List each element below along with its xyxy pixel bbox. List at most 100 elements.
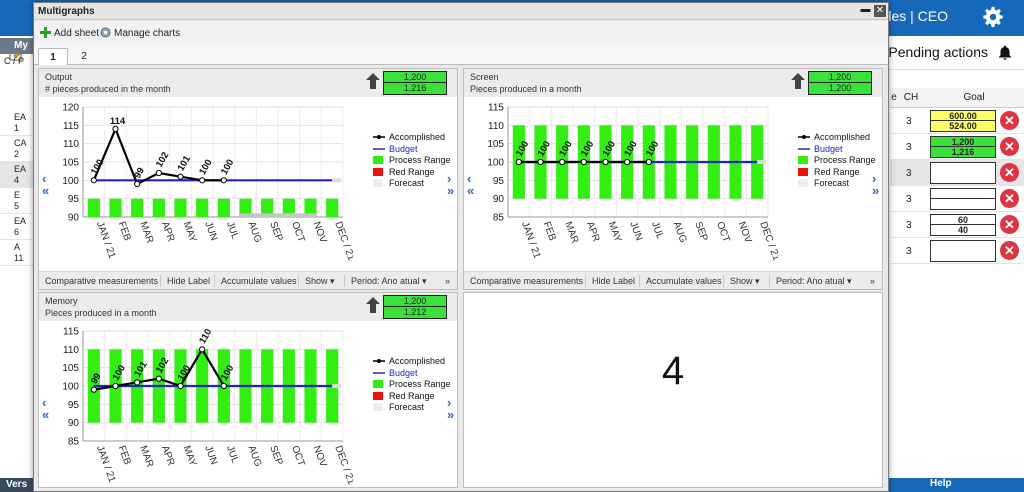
list-item[interactable]: A 11 (0, 240, 34, 266)
table-row[interactable]: 3 60 40 ✕ (890, 212, 1024, 238)
data-point[interactable] (112, 125, 119, 133)
summary-box: 1,200 1,216 (383, 71, 447, 95)
data-point[interactable] (199, 177, 206, 184)
data-point[interactable] (199, 346, 206, 353)
accumulate-values-button[interactable]: Accumulate values (646, 276, 722, 286)
x-tick-label: JUN (627, 220, 644, 242)
prev-chevrons-icon[interactable]: ‹ « (467, 172, 474, 197)
period-dropdown[interactable]: Period: Ano atual ▾ (351, 276, 427, 287)
x-tick-label: JAN / 21 (94, 220, 118, 260)
forecast-band (239, 213, 317, 217)
plus-icon (40, 27, 51, 38)
delete-icon[interactable]: ✕ (1000, 215, 1019, 234)
table-row[interactable]: 3 ✕ (890, 160, 1024, 186)
legend-swatch-icon (373, 403, 383, 411)
list-item[interactable]: EA 1 (0, 110, 34, 136)
data-point[interactable] (220, 177, 227, 184)
legend-label: Red Range (389, 390, 435, 401)
x-tick-label: JUL (224, 220, 241, 241)
next-chevrons-icon[interactable]: ›» (447, 172, 454, 197)
dialog-titlebar[interactable]: Multigraphs ▬ ✕ (34, 3, 888, 20)
delete-icon[interactable]: ✕ (1000, 241, 1019, 260)
x-tick-label: AUG (246, 444, 264, 468)
comparative-measurements-button[interactable]: Comparative measurements (45, 276, 158, 286)
data-point[interactable] (624, 158, 631, 166)
delete-icon[interactable]: ✕ (1000, 137, 1019, 156)
divider (214, 275, 215, 287)
chart-plot: 11511010510095908599 100 101 102 100110100JA… (62, 327, 353, 487)
divider (160, 275, 161, 287)
legend-label: Accomplished (389, 356, 446, 366)
x-tick-label: JAN / 21 (94, 444, 118, 484)
legend-label: Budget (814, 143, 843, 154)
help-link[interactable]: Help (930, 478, 952, 489)
close-icon[interactable]: ✕ (874, 5, 886, 17)
chart-panel-screen: Screen Pieces produced in a month 1,200 1,2… (463, 68, 883, 290)
minimize-icon[interactable]: ▬ (860, 5, 871, 17)
show-dropdown[interactable]: Show ▾ (305, 276, 335, 287)
data-point[interactable] (559, 158, 566, 166)
prev-chevrons-icon[interactable]: ‹ « (42, 172, 49, 197)
legend-label: Red Range (389, 166, 435, 177)
data-point[interactable] (155, 375, 162, 382)
legend-label: Budget (389, 143, 418, 154)
table-row[interactable]: 3 600.00 524.00 ✕ (890, 108, 1024, 134)
tab-sheet-1[interactable]: 1 (38, 48, 68, 65)
x-tick-label: MAY (606, 220, 624, 244)
data-point[interactable] (134, 180, 141, 188)
show-dropdown[interactable]: Show ▾ (730, 276, 760, 287)
summary-box: 1,200 1,212 (383, 295, 447, 319)
x-tick-label: SEP (267, 220, 284, 243)
add-sheet-button[interactable]: Add sheet (40, 27, 99, 39)
x-tick-label: JUN (202, 444, 219, 466)
data-label: 110 (197, 327, 214, 346)
data-point[interactable] (537, 158, 544, 166)
data-point[interactable] (90, 386, 97, 393)
table-row[interactable]: 3 ✕ (890, 238, 1024, 264)
list-item[interactable]: EA 4 (0, 162, 34, 188)
data-label: 101 (176, 153, 194, 173)
data-point[interactable] (134, 379, 141, 386)
prev-chevrons-icon[interactable]: ‹ « (42, 396, 49, 421)
hide-label-button[interactable]: Hide Label (167, 276, 210, 286)
legend-label: Accomplished (814, 132, 871, 142)
data-point[interactable] (220, 382, 227, 390)
comparative-measurements-button[interactable]: Comparative measurements (470, 276, 583, 286)
my-tab[interactable]: My (0, 38, 34, 54)
data-point[interactable] (177, 382, 184, 390)
pending-actions-link[interactable]: Pending actions (888, 44, 988, 60)
delete-icon[interactable]: ✕ (1000, 111, 1019, 130)
empty-chart-slot[interactable]: 4 (463, 292, 883, 488)
table-row[interactable]: 3 ✕ (890, 186, 1024, 212)
data-point[interactable] (177, 173, 184, 180)
delete-icon[interactable]: ✕ (1000, 189, 1019, 208)
manage-charts-button[interactable]: Manage charts (100, 27, 180, 39)
next-chevrons-icon[interactable]: ›» (447, 396, 454, 421)
data-point[interactable] (112, 382, 119, 390)
goal-cell: 600.00 524.00 (930, 110, 996, 132)
data-point[interactable] (515, 158, 522, 166)
delete-icon[interactable]: ✕ (1000, 163, 1019, 182)
legend-label: Process Range (389, 155, 451, 165)
table-row[interactable]: 3 1,200 1,216 ✕ (890, 134, 1024, 160)
more-options-button[interactable]: » (870, 276, 875, 286)
more-options-button[interactable]: » (445, 276, 450, 286)
list-item[interactable]: E5 (0, 188, 34, 214)
y-tick-label: 100 (487, 158, 504, 169)
data-point[interactable] (90, 177, 97, 184)
gear-icon[interactable] (982, 6, 1004, 28)
data-point[interactable] (155, 169, 162, 177)
next-chevrons-icon[interactable]: ›» (872, 172, 879, 197)
data-point[interactable] (645, 158, 652, 166)
data-point[interactable] (602, 158, 609, 166)
bell-icon[interactable] (996, 44, 1014, 62)
period-dropdown[interactable]: Period: Ano atual ▾ (776, 276, 852, 287)
x-tick-label: DEC / 21 (332, 220, 353, 262)
list-item[interactable]: EA 6 (0, 214, 34, 240)
x-tick-label: FEB (116, 444, 133, 466)
list-item[interactable]: CA 2 (0, 136, 34, 162)
accumulate-values-button[interactable]: Accumulate values (221, 276, 297, 286)
hide-label-button[interactable]: Hide Label (592, 276, 635, 286)
data-point[interactable] (580, 158, 587, 166)
tab-sheet-2[interactable]: 2 (74, 48, 94, 65)
